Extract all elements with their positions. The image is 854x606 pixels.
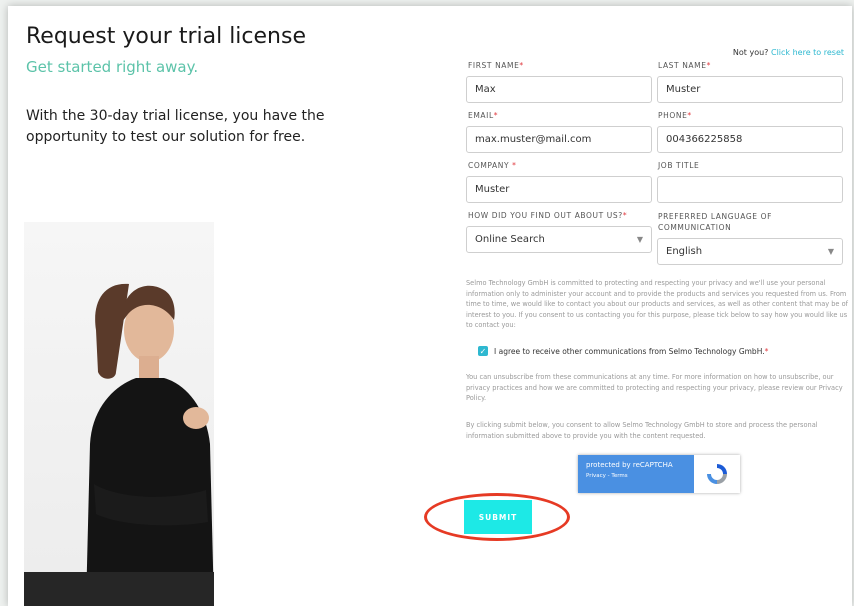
- company-label: COMPANY *: [468, 161, 517, 170]
- recaptcha-text: protected by reCAPTCHA Privacy - Terms: [578, 455, 694, 493]
- consent-label: I agree to receive other communications …: [494, 346, 765, 356]
- page-subtitle: Get started right away.: [26, 58, 199, 76]
- recaptcha-icon: [694, 455, 740, 493]
- last-name-label: LAST NAME*: [658, 61, 711, 70]
- chevron-down-icon: ▼: [636, 235, 643, 244]
- language-label: PREFERRED LANGUAGE OF COMMUNICATION: [658, 212, 772, 232]
- submit-button[interactable]: SUBMIT: [464, 500, 532, 534]
- job-title-input[interactable]: [657, 176, 843, 203]
- company-input[interactable]: Muster: [466, 176, 652, 203]
- not-you-text: Not you?: [732, 48, 769, 57]
- language-value: English: [666, 246, 703, 257]
- first-name-input[interactable]: Max: [466, 76, 652, 103]
- recaptcha-badge[interactable]: protected by reCAPTCHA Privacy - Terms: [578, 455, 740, 493]
- privacy-text: Selmo Technology GmbH is committed to pr…: [466, 279, 848, 329]
- consent-row[interactable]: ✓ I agree to receive other communication…: [478, 346, 768, 356]
- found-us-select[interactable]: Online Search ▼: [466, 226, 652, 253]
- consent-checkbox[interactable]: ✓: [478, 346, 488, 356]
- job-title-label: JOB TITLE: [658, 161, 700, 170]
- trial-license-page: Request your trial license Get started r…: [8, 6, 852, 606]
- phone-input[interactable]: 004366225858: [657, 126, 843, 153]
- reset-link[interactable]: Click here to reset: [771, 48, 844, 57]
- language-select[interactable]: English ▼: [657, 238, 843, 265]
- chevron-down-icon: ▼: [827, 247, 834, 256]
- email-label: EMAIL*: [468, 111, 499, 120]
- intro-text: With the 30-day trial license, you have …: [26, 108, 325, 145]
- found-us-label: HOW DID YOU FIND OUT ABOUT US?*: [468, 211, 628, 220]
- woman-photo: [24, 222, 214, 606]
- email-input[interactable]: max.muster@mail.com: [466, 126, 652, 153]
- unsubscribe-text: You can unsubscribe from these communica…: [466, 373, 843, 402]
- not-you-reset: Not you? Click here to reset: [733, 48, 844, 57]
- recaptcha-links[interactable]: Privacy - Terms: [586, 473, 686, 479]
- first-name-label: FIRST NAME*: [468, 61, 524, 70]
- found-us-value: Online Search: [475, 234, 545, 245]
- page-title: Request your trial license: [26, 24, 306, 49]
- recaptcha-title: protected by reCAPTCHA: [586, 461, 673, 469]
- phone-label: PHONE*: [658, 111, 692, 120]
- last-name-input[interactable]: Muster: [657, 76, 843, 103]
- submit-consent-text: By clicking submit below, you consent to…: [466, 421, 818, 440]
